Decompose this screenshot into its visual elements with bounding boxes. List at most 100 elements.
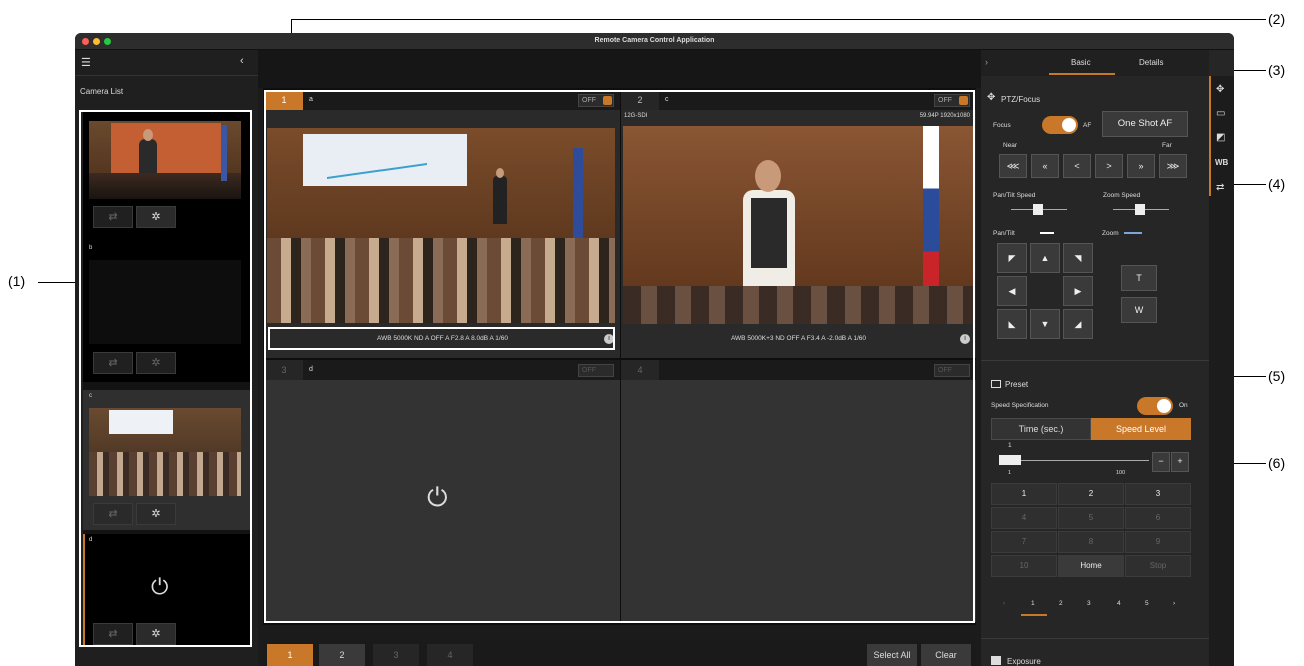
- page-next-icon[interactable]: ›: [1173, 600, 1175, 607]
- speed-level-button[interactable]: Speed Level: [1091, 418, 1191, 440]
- tabs: › Basic Details: [981, 50, 1209, 76]
- focus-near-step-button[interactable]: <: [1063, 154, 1091, 178]
- preset-side-icon[interactable]: ▭: [1216, 108, 1225, 119]
- swap-side-icon[interactable]: ⇄: [1216, 182, 1224, 193]
- speed-level-slider[interactable]: [999, 455, 1149, 465]
- menu-icon[interactable]: ☰: [81, 56, 91, 69]
- slider-value: 1: [1008, 442, 1012, 449]
- preset-icon: [991, 380, 1001, 388]
- preset-home-button[interactable]: Home: [1058, 555, 1124, 577]
- page-bar: 1 2 3 4 Select All Clear: [263, 641, 976, 666]
- annotation-5: (5): [1268, 368, 1286, 384]
- annotation-3: (3): [1268, 62, 1286, 78]
- camera-sidebar: ☰ ‹ Camera List ⇄ ✲ b ⇄ ✲ c ⇄ ✲ d ⏻ ⇄ ✲: [75, 50, 258, 666]
- slider-min-label: 1: [1008, 470, 1012, 476]
- preset-button-2[interactable]: 2: [1058, 483, 1124, 505]
- arrow-right-icon[interactable]: ▶: [1063, 276, 1093, 306]
- preset-page-4[interactable]: 4: [1117, 600, 1121, 607]
- title-bar: Remote Camera Control Application: [75, 33, 1234, 50]
- select-all-button[interactable]: Select All: [867, 644, 917, 666]
- focus-label: Focus: [993, 122, 1011, 129]
- slider-max-label: 100: [1116, 470, 1126, 476]
- page-tab-2[interactable]: 2: [319, 644, 365, 666]
- exposure-side-icon[interactable]: ◩: [1216, 132, 1225, 143]
- page-underline: [1021, 614, 1047, 616]
- arrow-left-icon[interactable]: ◀: [997, 276, 1027, 306]
- preset-page-5[interactable]: 5: [1145, 600, 1149, 607]
- zoom-tele-button[interactable]: T: [1121, 265, 1157, 291]
- speed-spec-label: Speed Specification: [991, 402, 1049, 409]
- white-balance-icon[interactable]: WB: [1215, 158, 1228, 167]
- pan-tilt-pad: ◤ ▲ ◥ ◀ ▶ ◣ ▼ ◢: [997, 243, 1093, 343]
- pan-tilt-label: Pan/Tilt: [993, 230, 1015, 237]
- preset-button-6[interactable]: 6: [1125, 507, 1191, 529]
- preset-button-5[interactable]: 5: [1058, 507, 1124, 529]
- preset-button-8[interactable]: 8: [1058, 531, 1124, 553]
- arrow-up-left-icon[interactable]: ◤: [997, 243, 1027, 273]
- tab-active-underline: [1049, 73, 1115, 75]
- page-tab-1[interactable]: 1: [267, 644, 313, 666]
- focus-far-fast-button[interactable]: ⋙: [1159, 154, 1187, 178]
- increment-button[interactable]: +: [1171, 452, 1189, 472]
- one-shot-af-button[interactable]: One Shot AF: [1102, 111, 1188, 137]
- expand-icon[interactable]: ›: [985, 57, 988, 67]
- preset-stop-button[interactable]: Stop: [1125, 555, 1191, 577]
- af-label: AF: [1083, 122, 1092, 129]
- zoom-label: Zoom: [1102, 230, 1119, 237]
- page-tab-3[interactable]: 3: [373, 644, 419, 666]
- speed-spec-toggle[interactable]: [1137, 397, 1173, 415]
- decrement-button[interactable]: −: [1152, 452, 1170, 472]
- page-tab-4[interactable]: 4: [427, 644, 473, 666]
- af-toggle[interactable]: [1042, 116, 1078, 134]
- annotation-6: (6): [1268, 455, 1286, 471]
- zoom-wide-button[interactable]: W: [1121, 297, 1157, 323]
- control-panel: › Basic Details ✥ PTZ/Focus Focus AF One…: [981, 50, 1234, 666]
- annotation-1: (1): [8, 273, 26, 289]
- preset-button-4[interactable]: 4: [991, 507, 1057, 529]
- preset-button-10[interactable]: 10: [991, 555, 1057, 577]
- camera-grid: 1 a OFF AWB 5000K ND A OFF A F2.8 A 8.0d…: [263, 88, 976, 625]
- page-prev-icon[interactable]: ‹: [1003, 600, 1005, 607]
- focus-far-step-button[interactable]: >: [1095, 154, 1123, 178]
- preset-page-1[interactable]: 1: [1031, 600, 1035, 607]
- arrow-up-right-icon[interactable]: ◥: [1063, 243, 1093, 273]
- preset-button-7[interactable]: 7: [991, 531, 1057, 553]
- ptz-title: PTZ/Focus: [1001, 95, 1041, 104]
- zoom-speed-label: Zoom Speed: [1103, 192, 1141, 199]
- focus-far-button[interactable]: »: [1127, 154, 1155, 178]
- sidebar-highlight-box: [79, 110, 252, 647]
- zoom-speed-slider[interactable]: [1113, 204, 1169, 215]
- near-label: Near: [1003, 142, 1018, 149]
- time-sec-button[interactable]: Time (sec.): [991, 418, 1091, 440]
- tab-basic[interactable]: Basic: [1071, 58, 1091, 67]
- ptz-icon[interactable]: ✥: [1216, 84, 1224, 95]
- on-label: On: [1179, 402, 1188, 409]
- tab-details[interactable]: Details: [1139, 58, 1163, 67]
- preset-page-2[interactable]: 2: [1059, 600, 1063, 607]
- top-strip: [258, 50, 981, 88]
- arrow-down-right-icon[interactable]: ◢: [1063, 309, 1093, 339]
- arrow-down-left-icon[interactable]: ◣: [997, 309, 1027, 339]
- clear-button[interactable]: Clear: [921, 644, 971, 666]
- pan-tilt-speed-label: Pan/Tilt Speed: [993, 192, 1036, 199]
- arrow-down-icon[interactable]: ▼: [1030, 309, 1060, 339]
- preset-button-1[interactable]: 1: [991, 483, 1057, 505]
- info-highlight-box: [268, 327, 615, 350]
- move-icon: ✥: [987, 92, 996, 103]
- preset-button-9[interactable]: 9: [1125, 531, 1191, 553]
- collapse-icon[interactable]: ‹: [240, 55, 244, 67]
- function-sidebar: ✥ ▭ ◩ WB ⇄: [1209, 76, 1234, 666]
- preset-button-3[interactable]: 3: [1125, 483, 1191, 505]
- focus-near-fast-button[interactable]: ⋘: [999, 154, 1027, 178]
- annotation-2: (2): [1268, 11, 1286, 27]
- exposure-title: Exposure: [1007, 657, 1041, 666]
- grid-highlight-box: [264, 90, 975, 623]
- exposure-icon: [991, 656, 1001, 665]
- pan-tilt-speed-slider[interactable]: [1011, 204, 1067, 215]
- preset-page-3[interactable]: 3: [1087, 600, 1091, 607]
- annotation-line: [291, 19, 1266, 20]
- preset-grid: 1 2 3 4 5 6 7 8 9 10 Home Stop: [991, 483, 1191, 579]
- focus-near-button[interactable]: «: [1031, 154, 1059, 178]
- arrow-up-icon[interactable]: ▲: [1030, 243, 1060, 273]
- camera-list-title: Camera List: [80, 87, 124, 96]
